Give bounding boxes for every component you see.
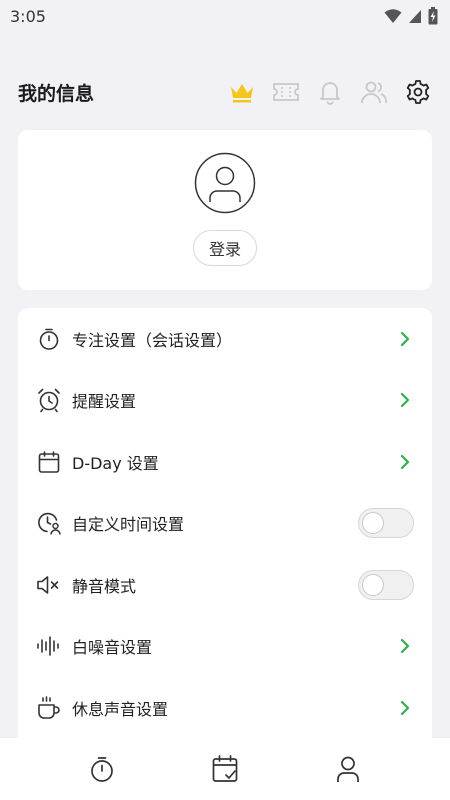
bell-icon[interactable] [316,78,344,106]
setting-label: 静音模式 [72,576,137,596]
calendar-check-tab-icon[interactable] [205,749,245,789]
settings-list: 专注设置（会话设置） 提醒设置 D-Day 设置 自定义时间设置 静音模式 白噪… [18,308,432,748]
silent-mode-toggle[interactable] [358,569,414,600]
chevron-right-icon [400,393,410,408]
header: 我的信息 [0,70,450,114]
status-bar: 3:05 [0,0,450,32]
status-time: 3:05 [10,6,46,26]
wifi-icon [384,9,402,23]
ticket-icon[interactable] [272,78,300,106]
setting-label: 自定义时间设置 [72,515,185,535]
users-icon[interactable] [360,78,388,106]
battery-charging-icon [428,7,438,25]
gear-icon[interactable] [404,78,432,106]
chevron-right-icon [400,331,410,346]
coffee-cup-icon [36,695,62,721]
calendar-icon [36,449,62,475]
chevron-right-icon [400,700,410,715]
page-title: 我的信息 [18,82,95,105]
chevron-right-icon [400,639,410,654]
setting-label: 休息声音设置 [72,699,169,719]
toggle-knob [362,512,384,535]
alarm-clock-icon [36,387,62,413]
timer-tab-icon[interactable] [82,749,122,789]
setting-label: 专注设置（会话设置） [72,330,233,350]
setting-dday[interactable]: D-Day 设置 [18,431,432,493]
toggle-knob [362,573,384,596]
setting-label: 白噪音设置 [72,638,153,658]
signal-icon [409,10,421,23]
avatar[interactable] [194,152,256,214]
profile-tab-icon[interactable] [328,749,368,789]
stopwatch-icon [36,326,62,352]
login-button[interactable]: 登录 [193,230,257,266]
bottom-nav [0,738,450,800]
setting-silent-mode: 静音模式 [18,554,432,616]
crown-icon[interactable] [228,78,256,106]
custom-time-toggle[interactable] [358,508,414,539]
setting-custom-time: 自定义时间设置 [18,493,432,555]
setting-label: 提醒设置 [72,392,137,412]
setting-white-noise[interactable]: 白噪音设置 [18,616,432,678]
chevron-right-icon [400,454,410,469]
setting-focus[interactable]: 专注设置（会话设置） [18,308,432,370]
speaker-mute-icon [36,572,62,598]
sound-wave-icon [36,633,62,659]
setting-label: D-Day 设置 [72,453,159,473]
setting-reminder[interactable]: 提醒设置 [18,370,432,432]
setting-break-sound[interactable]: 休息声音设置 [18,677,432,739]
profile-card: 登录 [18,130,432,290]
clock-person-icon [36,510,62,536]
